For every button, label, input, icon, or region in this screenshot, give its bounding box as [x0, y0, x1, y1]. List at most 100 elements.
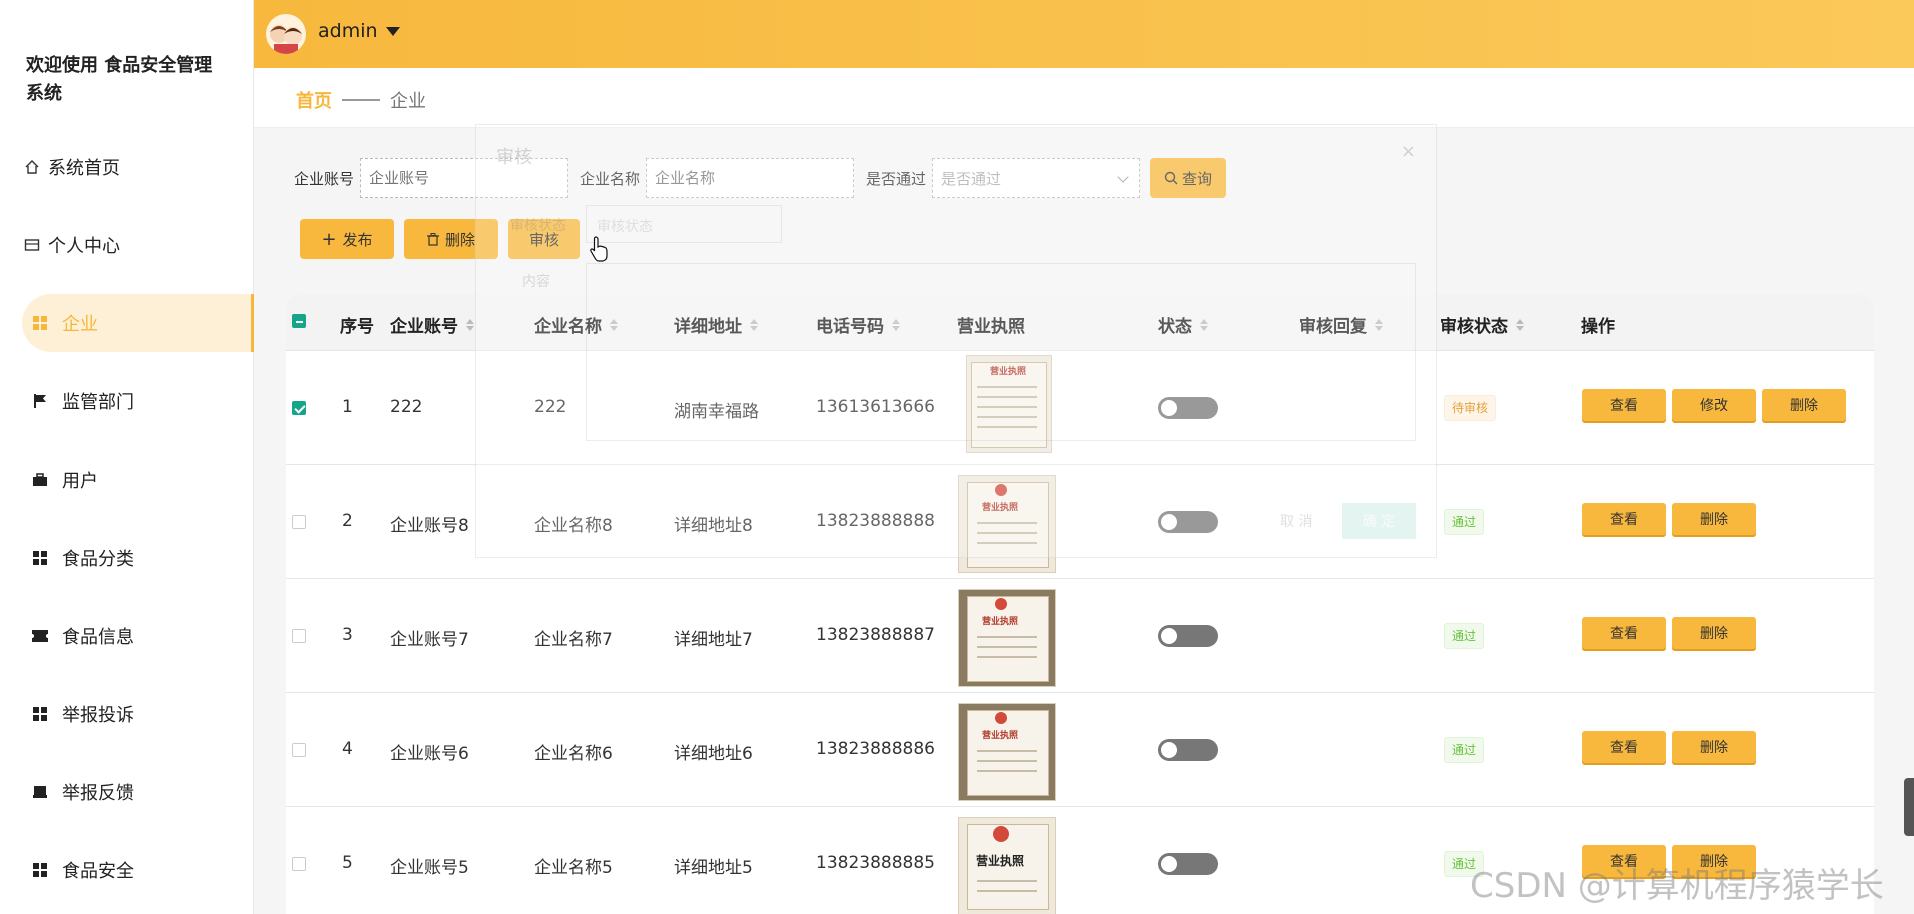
sidebar-item-report[interactable]: 举报投诉	[22, 685, 254, 743]
cell-phone: 13823888886	[816, 739, 935, 759]
sidebar-item-label: 系统首页	[48, 158, 120, 179]
status-toggle[interactable]	[1158, 853, 1218, 875]
view-button[interactable]: 查看	[1582, 731, 1666, 763]
account-label: 企业账号	[294, 169, 355, 188]
delete-row-button[interactable]: 删除	[1672, 731, 1756, 763]
license-image[interactable]: 营业执照	[958, 817, 1056, 914]
username: admin	[318, 20, 378, 42]
cell-phone: 13823888887	[816, 625, 935, 645]
trash-icon	[426, 232, 439, 246]
header-index: 序号	[340, 317, 374, 337]
sort-icon[interactable]	[466, 318, 474, 331]
sidebar-item-label: 企业	[62, 314, 98, 335]
watermark: CSDN @计算机程序猿学长	[1470, 866, 1884, 906]
user-menu[interactable]: admin	[318, 20, 400, 42]
header-account[interactable]: 企业账号	[390, 312, 474, 337]
cell-account: 企业账号6	[390, 744, 469, 764]
license-text: 营业执照	[981, 731, 1018, 741]
flag-icon	[30, 391, 50, 411]
sidebar-item-label: 用户	[62, 471, 98, 492]
header-review-status[interactable]: 审核状态	[1440, 312, 1524, 337]
cell-account: 企业账号7	[390, 630, 469, 650]
license-line	[977, 890, 1037, 892]
sidebar-item-regulator[interactable]: 监管部门	[22, 372, 254, 430]
dialog-status-select[interactable]: 审核状态	[586, 205, 782, 243]
sidebar-item-food-safety[interactable]: 食品安全	[22, 841, 254, 899]
license-text: 营业执照	[975, 854, 1024, 868]
sidebar-item-feedback[interactable]: 举报反馈	[22, 763, 254, 821]
delete-row-button[interactable]: 删除	[1762, 389, 1846, 421]
sidebar-item-food-category[interactable]: 食品分类	[22, 529, 254, 587]
license-paper	[967, 710, 1049, 796]
breadcrumb-home[interactable]: 首页	[296, 87, 332, 113]
cell-phone: 13823888885	[816, 853, 935, 873]
dialog-content-textarea[interactable]	[586, 263, 1416, 441]
row-checkbox[interactable]	[292, 629, 306, 643]
select-all-checkbox[interactable]	[292, 314, 306, 328]
sidebar-item-home[interactable]: 系统首页	[22, 138, 254, 196]
license-line	[977, 656, 1037, 658]
status-toggle[interactable]	[1158, 625, 1218, 647]
review-status-badge: 通过	[1444, 737, 1485, 763]
dialog-confirm-button[interactable]: 确 定	[1342, 503, 1416, 539]
seal-icon	[995, 598, 1007, 610]
cell-index: 4	[342, 739, 353, 759]
cell-index: 3	[342, 625, 353, 645]
sidebar-item-users[interactable]: 用户	[22, 451, 254, 509]
grid-icon	[30, 704, 50, 724]
grid-icon	[30, 548, 50, 568]
edit-button[interactable]: 修改	[1672, 389, 1756, 421]
cell-address: 详细地址5	[674, 858, 753, 878]
grid-icon	[30, 860, 50, 880]
row-checkbox[interactable]	[292, 401, 306, 415]
publish-button[interactable]: + 发布	[300, 219, 394, 259]
sidebar-item-label: 监管部门	[62, 392, 134, 413]
home-icon	[22, 157, 42, 177]
license-text: 营业执照	[981, 617, 1018, 627]
delete-label: 删除	[444, 230, 475, 249]
dialog-cancel-button[interactable]: 取 消	[1280, 511, 1312, 531]
sidebar: 欢迎使用 食品安全管理系统 系统首页 个人中心 企业 监管部门 用户 食品分类	[0, 0, 254, 914]
side-widget[interactable]	[1904, 778, 1914, 836]
sort-icon[interactable]	[1516, 318, 1524, 331]
hand-cursor-icon	[590, 236, 610, 266]
delete-row-button[interactable]: 删除	[1672, 503, 1756, 535]
view-button[interactable]: 查看	[1582, 617, 1666, 649]
breadcrumb-separator	[342, 99, 380, 101]
row-checkbox[interactable]	[292, 743, 306, 757]
review-dialog: 审核 × 审核状态 审核状态 内容 取 消 确 定	[475, 124, 1437, 558]
close-icon[interactable]: ×	[1401, 141, 1416, 162]
ticket-icon	[30, 626, 50, 646]
view-button[interactable]: 查看	[1582, 503, 1666, 535]
card-icon	[22, 235, 42, 255]
cell-name: 企业名称7	[534, 630, 613, 650]
sidebar-item-label: 个人中心	[48, 236, 120, 257]
license-image[interactable]: 营业执照	[958, 589, 1056, 687]
license-image[interactable]: 营业执照	[958, 703, 1056, 801]
review-status-badge: 通过	[1444, 623, 1485, 649]
license-line	[977, 750, 1037, 752]
sidebar-item-label: 举报反馈	[62, 783, 134, 804]
breadcrumb-bar: 首页 企业	[254, 68, 1914, 128]
sidebar-item-profile[interactable]: 个人中心	[22, 216, 254, 274]
inbox-icon	[30, 782, 50, 802]
briefcase-icon	[30, 470, 50, 490]
view-button[interactable]: 查看	[1582, 389, 1666, 421]
dialog-content-label: 内容	[522, 274, 550, 290]
sidebar-item-enterprise[interactable]: 企业	[22, 294, 254, 352]
status-toggle[interactable]	[1158, 739, 1218, 761]
dialog-title: 审核	[496, 147, 532, 168]
breadcrumb-current: 企业	[390, 91, 426, 112]
seal-icon	[993, 826, 1009, 842]
sidebar-item-food-info[interactable]: 食品信息	[22, 607, 254, 665]
table-row: 3 企业账号7 企业名称7 详细地址7 13823888887 营业执照 通过 …	[286, 578, 1874, 692]
license-line	[977, 636, 1037, 638]
avatar[interactable]	[266, 14, 306, 54]
delete-row-button[interactable]: 删除	[1672, 617, 1756, 649]
seal-icon	[995, 712, 1007, 724]
cell-name: 企业名称6	[534, 744, 613, 764]
license-line	[977, 646, 1037, 648]
cell-account: 222	[390, 397, 423, 417]
row-checkbox[interactable]	[292, 857, 306, 871]
row-checkbox[interactable]	[292, 515, 306, 529]
